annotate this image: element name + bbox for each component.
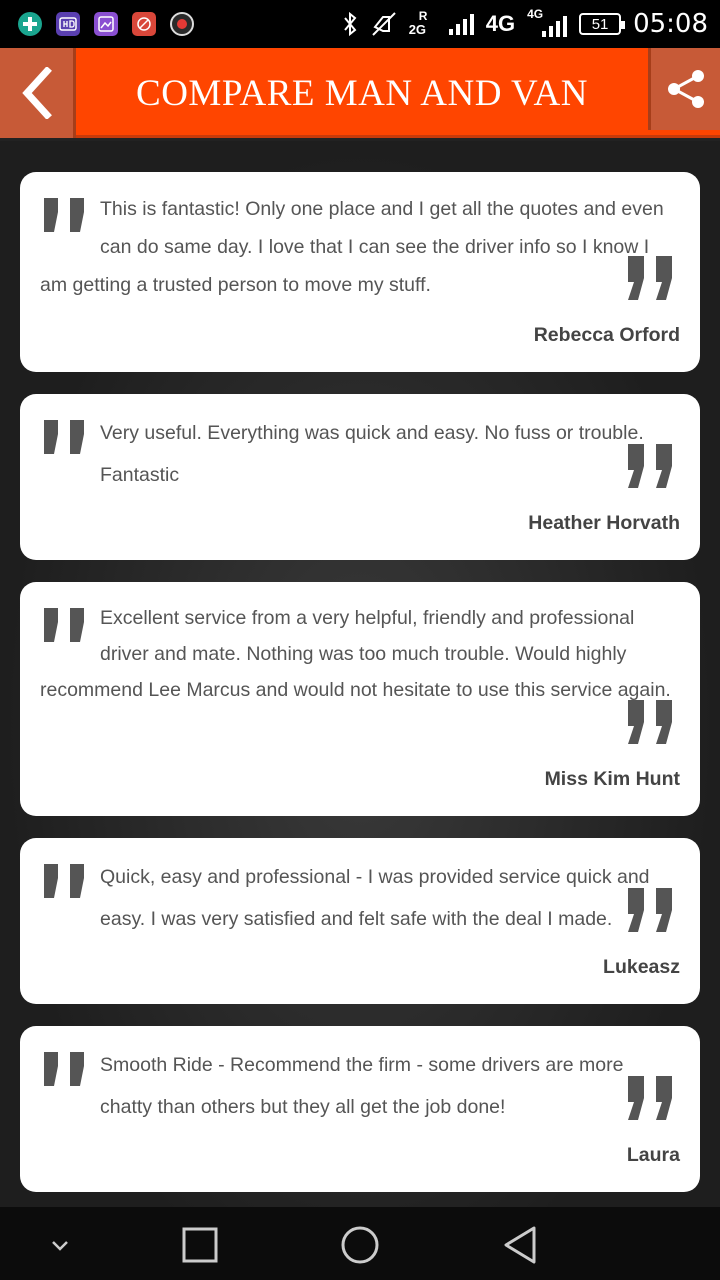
- home-icon[interactable]: [338, 1223, 382, 1267]
- battery-indicator: 51: [579, 13, 626, 35]
- review-author: Laura: [626, 1144, 680, 1166]
- bluetooth-icon: [343, 11, 357, 37]
- close-quote-icon: [628, 700, 672, 744]
- review-author: Heather Horvath: [528, 512, 680, 534]
- record-icon: [170, 12, 194, 36]
- review-card: This is fantastic! Only one place and I …: [20, 172, 700, 372]
- 4g-small-label: 4G: [527, 7, 544, 21]
- chevron-left-icon: [21, 67, 52, 119]
- review-card: Quick, easy and professional - I was pro…: [20, 838, 700, 1004]
- review-author: Rebecca Orford: [533, 324, 680, 346]
- open-quote-icon: [44, 420, 84, 454]
- network-2g: R 2G: [408, 9, 437, 37]
- share-button[interactable]: [648, 48, 720, 130]
- hd-icon: [56, 12, 80, 36]
- status-bar: R 2G 4G 4G 51 05:08: [0, 0, 720, 48]
- app-header: COMPARE MAN AND VAN: [0, 48, 720, 138]
- clock: 05:08: [633, 9, 708, 39]
- review-author: Lukeasz: [603, 956, 680, 978]
- chevron-down-icon[interactable]: [38, 1223, 82, 1267]
- open-quote-icon: [44, 864, 84, 898]
- signal-4g: 4G: [527, 7, 568, 37]
- system-indicators: R 2G 4G 4G 51 05:08: [341, 7, 708, 39]
- gallery-icon: [94, 12, 118, 36]
- open-quote-icon: [44, 1052, 84, 1086]
- battery-level: 51: [591, 15, 609, 33]
- share-icon: [667, 70, 704, 108]
- reviews-list[interactable]: This is fantastic! Only one place and I …: [0, 141, 720, 1207]
- review-text: Quick, easy and professional - I was pro…: [100, 866, 650, 930]
- back-icon[interactable]: [498, 1223, 542, 1267]
- recents-icon[interactable]: [178, 1223, 222, 1267]
- signal-icon-2: [542, 15, 568, 37]
- close-quote-icon: [628, 888, 672, 932]
- review-author: Miss Kim Hunt: [544, 768, 680, 790]
- tools-icon: [132, 12, 156, 36]
- page-title: COMPARE MAN AND VAN: [136, 72, 588, 114]
- back-button[interactable]: [0, 48, 76, 138]
- review-text: This is fantastic! Only one place and I …: [40, 198, 664, 296]
- 4g-label: 4G: [485, 11, 516, 36]
- plus-icon: [18, 12, 42, 36]
- review-card: Smooth Ride - Recommend the firm - some …: [20, 1026, 700, 1192]
- close-quote-icon: [628, 1076, 672, 1120]
- roaming-label: R: [418, 9, 428, 23]
- review-text: Excellent service from a very helpful, f…: [40, 607, 671, 701]
- signal-icon: [448, 13, 474, 35]
- review-card: Very useful. Everything was quick and ea…: [20, 394, 700, 560]
- close-quote-icon: [628, 256, 672, 300]
- open-quote-icon: [44, 608, 84, 642]
- review-text: Smooth Ride - Recommend the firm - some …: [100, 1054, 624, 1118]
- 2g-label: 2G: [408, 22, 427, 37]
- close-quote-icon: [628, 444, 672, 488]
- navigation-bar: [0, 1207, 720, 1280]
- review-text: Very useful. Everything was quick and ea…: [100, 422, 644, 486]
- notification-icons: [18, 12, 194, 36]
- review-card: Excellent service from a very helpful, f…: [20, 582, 700, 816]
- mute-icon: [371, 12, 396, 36]
- open-quote-icon: [44, 198, 84, 232]
